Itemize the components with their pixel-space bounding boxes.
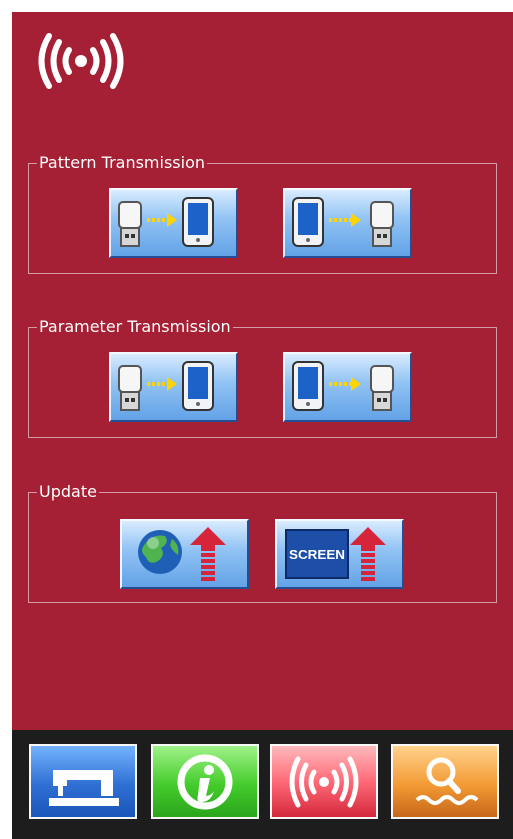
wireless-signal-icon <box>38 32 124 94</box>
update-group: Update SCREEN <box>28 483 497 603</box>
tab-sewing[interactable] <box>29 744 137 819</box>
pattern-transmission-group: Pattern Transmission <box>28 154 497 274</box>
usb-to-device-button[interactable] <box>109 352 238 422</box>
screen-badge-label: SCREEN <box>289 547 345 562</box>
parameter-transmission-group: Parameter Transmission <box>28 318 497 438</box>
screen-update-button[interactable]: SCREEN <box>275 519 404 589</box>
device-to-usb-button[interactable] <box>283 352 412 422</box>
globe-update-button[interactable] <box>120 519 249 589</box>
device-to-usb-button[interactable] <box>283 188 412 258</box>
group-title: Pattern Transmission <box>37 153 208 172</box>
tab-info[interactable] <box>151 744 259 819</box>
tab-communication[interactable] <box>270 744 378 819</box>
group-title: Update <box>37 482 99 501</box>
usb-to-device-button[interactable] <box>109 188 238 258</box>
tab-search[interactable] <box>391 744 499 819</box>
group-title: Parameter Transmission <box>37 317 233 336</box>
bottom-navigation-bar <box>12 730 513 839</box>
communication-panel: Pattern Transmission Parameter Transmiss… <box>12 12 513 730</box>
